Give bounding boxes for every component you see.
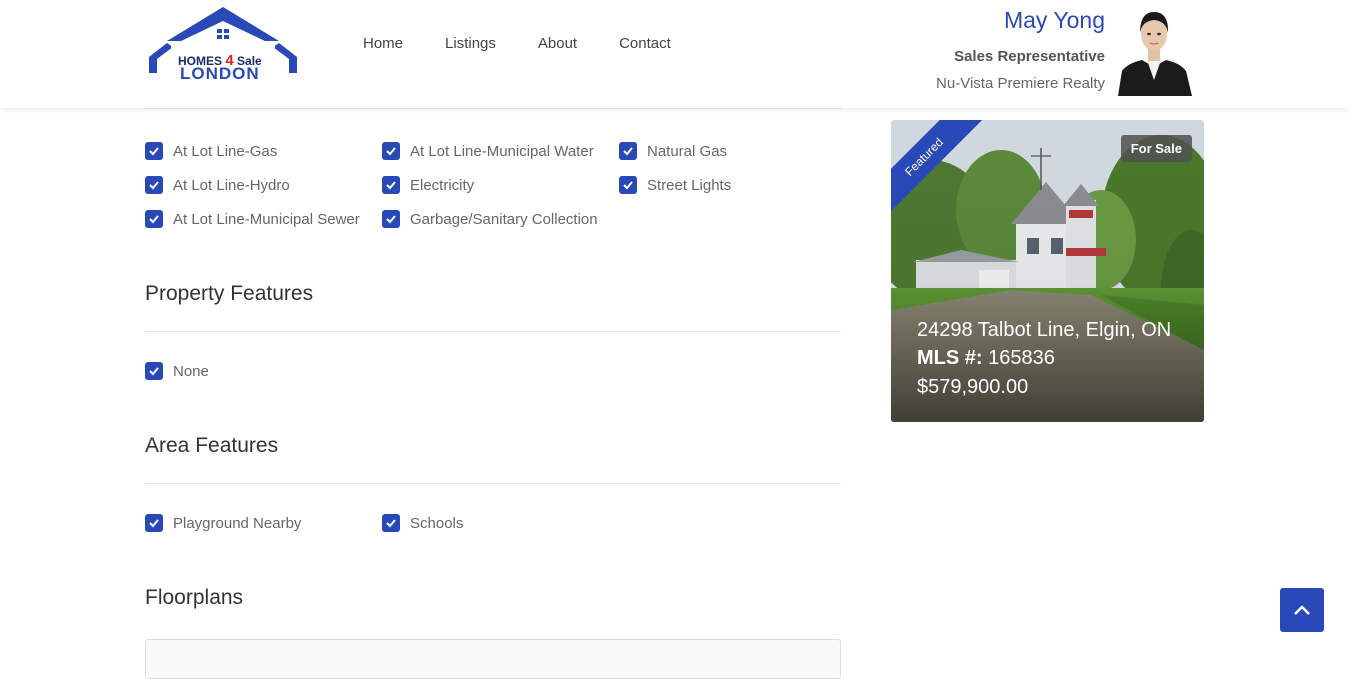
list-item: Garbage/Sanitary Collection [382, 209, 598, 229]
list-item: Schools [382, 513, 463, 533]
listing-price: $579,900.00 [917, 376, 1029, 398]
checkbox-checked-icon [382, 514, 400, 532]
checkbox-checked-icon [382, 142, 400, 160]
feature-label: Garbage/Sanitary Collection [410, 210, 598, 228]
agent-company: Nu-Vista Premiere Realty [936, 75, 1105, 92]
checkbox-checked-icon [382, 210, 400, 228]
checkbox-checked-icon [382, 176, 400, 194]
nav-about[interactable]: About [538, 35, 577, 53]
mls-label: MLS #: [917, 347, 983, 369]
nav-contact[interactable]: Contact [619, 35, 671, 53]
listing-mls: MLS #: 165836 [917, 344, 1171, 372]
list-item: Electricity [382, 175, 474, 195]
site-header: HOMES 4 Sale LONDON Home Listings About … [0, 0, 1349, 108]
feature-label: Schools [410, 514, 464, 532]
checkbox-checked-icon [145, 142, 163, 160]
checkbox-checked-icon [619, 176, 637, 194]
feature-label: At Lot Line-Gas [173, 142, 278, 160]
scroll-to-top-button[interactable] [1280, 588, 1324, 632]
nav-home[interactable]: Home [363, 35, 403, 53]
feature-label: At Lot Line-Municipal Water [410, 142, 594, 160]
checkbox-checked-icon [145, 210, 163, 228]
feature-label: Street Lights [647, 176, 732, 194]
feature-label: Natural Gas [647, 142, 728, 160]
agent-title: Sales Representative [954, 48, 1105, 65]
status-badge: For Sale [1120, 135, 1192, 162]
divider [145, 108, 841, 109]
feature-label: At Lot Line-Hydro [173, 176, 290, 194]
feature-label: Playground Nearby [173, 514, 302, 532]
floorplans-panel[interactable] [145, 639, 841, 679]
logo-line2: LONDON [180, 64, 260, 83]
list-item: Street Lights [619, 175, 731, 195]
area-features-heading: Area Features [145, 434, 279, 457]
list-item: At Lot Line-Municipal Sewer [145, 209, 360, 229]
checkbox-checked-icon [145, 514, 163, 532]
property-features-heading: Property Features [145, 282, 314, 305]
feature-label: None [173, 362, 209, 380]
list-item: At Lot Line-Gas [145, 141, 277, 161]
agent-avatar [1114, 5, 1194, 96]
mls-number: 165836 [988, 347, 1055, 369]
featured-listing-card[interactable]: Featured For Sale 24298 Talbot Line, Elg… [891, 120, 1204, 422]
list-item: Playground Nearby [145, 513, 301, 533]
checkbox-checked-icon [145, 176, 163, 194]
divider [145, 483, 841, 484]
listing-info: 24298 Talbot Line, Elgin, ON MLS #: 1658… [917, 316, 1171, 402]
divider [145, 331, 841, 332]
checkbox-checked-icon [619, 142, 637, 160]
list-item: At Lot Line-Hydro [145, 175, 290, 195]
list-item: At Lot Line-Municipal Water [382, 141, 594, 161]
floorplans-heading: Floorplans [145, 586, 244, 609]
main-nav: Home Listings About Contact [363, 35, 713, 53]
agent-name[interactable]: May Yong [1004, 7, 1105, 34]
checkbox-checked-icon [145, 362, 163, 380]
chevron-up-icon [1294, 605, 1310, 615]
listing-address[interactable]: 24298 Talbot Line, Elgin, ON [917, 316, 1171, 344]
nav-listings[interactable]: Listings [445, 35, 496, 53]
feature-label: Electricity [410, 176, 475, 194]
list-item: None [145, 361, 209, 381]
site-logo[interactable]: HOMES 4 Sale LONDON [147, 5, 299, 83]
list-item: Natural Gas [619, 141, 727, 161]
feature-label: At Lot Line-Municipal Sewer [173, 210, 360, 228]
